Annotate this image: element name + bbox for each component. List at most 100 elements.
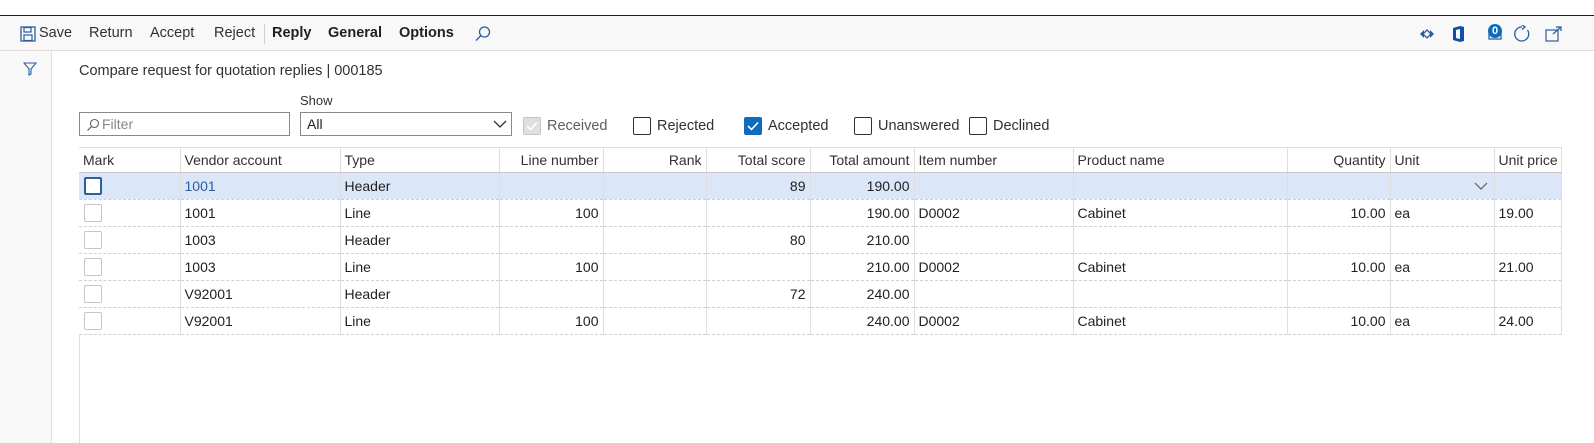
type-cell: Line: [340, 253, 500, 281]
received-label: Received: [547, 118, 608, 134]
product-name-cell: [1073, 172, 1288, 200]
line-number-cell: 100: [499, 199, 604, 227]
total-amount-cell: 190.00: [810, 199, 915, 227]
search-icon[interactable]: [474, 24, 492, 44]
product-name-cell: Cabinet: [1073, 307, 1288, 335]
item-number-cell: [914, 280, 1074, 308]
column-header-mark[interactable]: Mark: [79, 147, 181, 173]
rejected-checkbox-box[interactable]: [633, 117, 651, 135]
rank-cell: [603, 172, 707, 200]
rejected-checkbox[interactable]: Rejected: [633, 116, 714, 136]
unit-cell: ea: [1390, 199, 1495, 227]
table-row[interactable]: 1003 Line 100 210.00 D0002 Cabinet 10.00…: [79, 253, 1562, 281]
filter-input[interactable]: [102, 114, 282, 134]
column-header-vendor-account[interactable]: Vendor account: [180, 147, 341, 173]
unanswered-checkbox[interactable]: Unanswered: [854, 116, 959, 136]
page-title: Compare request for quotation replies | …: [79, 63, 383, 79]
row-mark-checkbox[interactable]: [84, 204, 102, 223]
vendor-account-cell: 1001: [180, 199, 341, 227]
unit-price-cell: [1494, 280, 1562, 308]
column-header-unit[interactable]: Unit: [1390, 147, 1495, 173]
accepted-checkbox[interactable]: Accepted: [744, 116, 828, 136]
item-number-cell: [914, 226, 1074, 254]
table-row[interactable]: V92001 Header 72 240.00: [79, 280, 1562, 308]
product-name-cell: [1073, 280, 1288, 308]
left-rail: [0, 51, 52, 443]
unit-cell: [1390, 280, 1495, 308]
toolbar-divider: [264, 24, 265, 44]
table-row[interactable]: 1003 Header 80 210.00: [79, 226, 1562, 254]
show-select-value: All: [307, 116, 323, 132]
tab-reply[interactable]: Reply: [272, 16, 312, 51]
rejected-label: Rejected: [657, 118, 715, 134]
table-row[interactable]: V92001 Line 100 240.00 D0002 Cabinet 10.…: [79, 307, 1562, 335]
refresh-icon[interactable]: [1513, 24, 1531, 44]
diamond-arrows-icon[interactable]: [1419, 24, 1435, 44]
unit-dropdown[interactable]: [1390, 172, 1495, 200]
rank-cell: [603, 253, 707, 281]
grid-header-row: Mark Vendor account Type Line number Ran…: [79, 147, 1562, 173]
declined-label: Declined: [993, 118, 1050, 134]
total-amount-cell: 240.00: [810, 280, 915, 308]
notification-icon[interactable]: 0: [1486, 24, 1504, 44]
type-cell: Header: [340, 226, 500, 254]
type-cell: Line: [340, 307, 500, 335]
declined-checkbox[interactable]: Declined: [969, 116, 1049, 136]
column-header-total-amount[interactable]: Total amount: [810, 147, 915, 173]
row-mark-checkbox[interactable]: [84, 312, 102, 331]
declined-checkbox-box[interactable]: [969, 117, 987, 135]
row-mark-checkbox[interactable]: [84, 231, 102, 250]
tab-options[interactable]: Options: [399, 16, 454, 51]
column-header-item-number[interactable]: Item number: [914, 147, 1074, 173]
unanswered-label: Unanswered: [878, 118, 960, 134]
column-header-line-number[interactable]: Line number: [499, 147, 604, 173]
line-number-cell: 100: [499, 307, 604, 335]
column-header-product-name[interactable]: Product name: [1073, 147, 1288, 173]
popout-icon[interactable]: [1545, 24, 1563, 44]
total-score-cell: [706, 199, 811, 227]
row-mark-checkbox[interactable]: [84, 258, 102, 277]
unanswered-checkbox-box[interactable]: [854, 117, 872, 135]
column-header-type[interactable]: Type: [340, 147, 500, 173]
save-button[interactable]: Save: [39, 16, 72, 51]
vendor-account-cell: 1003: [180, 226, 341, 254]
column-header-total-score[interactable]: Total score: [706, 147, 811, 173]
vendor-account-cell[interactable]: 1001: [180, 172, 341, 200]
row-mark-checkbox[interactable]: [84, 177, 102, 196]
total-score-cell: 89: [706, 172, 811, 200]
line-number-cell: 100: [499, 253, 604, 281]
return-button[interactable]: Return: [89, 16, 133, 51]
table-row[interactable]: 1001 Line 100 190.00 D0002 Cabinet 10.00…: [79, 199, 1562, 227]
table-row[interactable]: 1001 Header 89 190.00: [79, 172, 1562, 200]
chevron-down-icon: [1474, 182, 1487, 190]
vendor-account-cell: 1003: [180, 253, 341, 281]
grid-empty-area: [79, 334, 1561, 443]
filter-pane-icon[interactable]: [22, 62, 38, 79]
show-select[interactable]: All: [300, 112, 512, 136]
column-header-quantity[interactable]: Quantity: [1287, 147, 1391, 173]
accepted-checkbox-box[interactable]: [744, 117, 762, 135]
filter-field[interactable]: [79, 112, 290, 136]
office-icon[interactable]: [1451, 24, 1465, 44]
vendor-account-cell: V92001: [180, 307, 341, 335]
column-header-unit-price[interactable]: Unit price: [1494, 147, 1562, 173]
row-mark-checkbox[interactable]: [84, 285, 102, 304]
reject-button[interactable]: Reject: [214, 16, 255, 51]
quantity-cell: 10.00: [1287, 199, 1391, 227]
unit-price-cell: 19.00: [1494, 199, 1562, 227]
replies-grid: Mark Vendor account Type Line number Ran…: [79, 147, 1562, 335]
unit-price-cell: [1494, 226, 1562, 254]
tab-general[interactable]: General: [328, 16, 382, 51]
total-amount-cell: 210.00: [810, 253, 915, 281]
item-number-cell: D0002: [914, 253, 1074, 281]
line-number-cell: [499, 280, 604, 308]
item-number-cell: D0002: [914, 199, 1074, 227]
type-cell: Header: [340, 280, 500, 308]
received-checkbox: Received: [523, 116, 607, 136]
checkmark-icon: [523, 117, 541, 135]
total-score-cell: 72: [706, 280, 811, 308]
product-name-cell: Cabinet: [1073, 199, 1288, 227]
quantity-cell: [1287, 172, 1391, 200]
accept-button[interactable]: Accept: [150, 16, 194, 51]
column-header-rank[interactable]: Rank: [603, 147, 707, 173]
